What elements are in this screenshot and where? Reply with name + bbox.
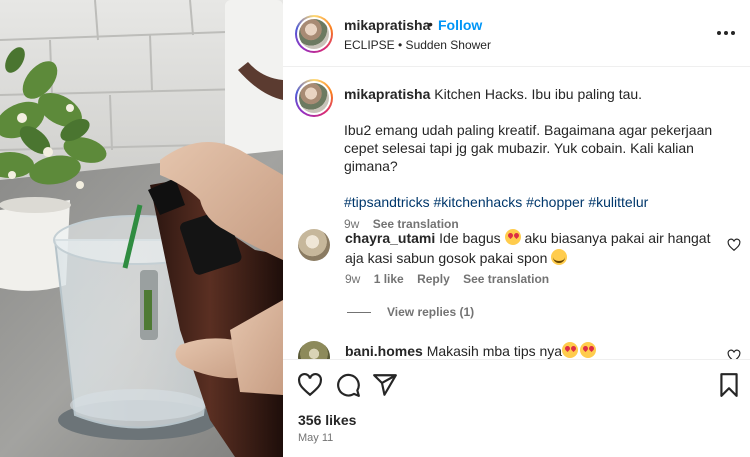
post-image[interactable]: [0, 0, 283, 457]
caption-hashtags[interactable]: #tipsandtricks #kitchenhacks #chopper #k…: [344, 193, 729, 211]
heart-eyes-emoji-icon: [580, 342, 597, 358]
send-icon[interactable]: [372, 372, 398, 398]
replies-divider: [347, 311, 371, 313]
post-actions-bar: 356 likes May 11: [283, 359, 750, 457]
comment-text: bani.homes Makasih mba tips nya: [345, 341, 715, 359]
caption-username[interactable]: mikapratisha: [344, 86, 430, 102]
post-header: mikapratisha • Follow ECLIPSE • Sudden S…: [283, 0, 750, 67]
comments-list[interactable]: mikapratisha Kitchen Hacks. Ibu ibu pali…: [283, 68, 750, 359]
more-options-icon[interactable]: [715, 22, 737, 44]
likes-count[interactable]: 356 likes: [298, 412, 356, 428]
post-date: May 11: [298, 432, 334, 444]
comment-reply-button[interactable]: Reply: [417, 272, 450, 286]
follow-button[interactable]: Follow: [438, 17, 482, 33]
comment-age: 9w: [345, 272, 361, 286]
comment-like-heart-icon[interactable]: [727, 349, 741, 359]
commenter-username[interactable]: chayra_utami: [345, 230, 435, 246]
commenter-avatar[interactable]: [298, 341, 330, 359]
author-username[interactable]: mikapratisha: [344, 17, 430, 33]
caption: mikapratisha Kitchen Hacks. Ibu ibu pali…: [344, 85, 729, 233]
author-avatar[interactable]: [295, 15, 333, 53]
audio-track-link[interactable]: ECLIPSE • Sudden Shower: [344, 38, 491, 52]
comment-icon[interactable]: [335, 372, 361, 398]
blush-emoji-icon: [551, 249, 568, 265]
post-details-panel: mikapratisha • Follow ECLIPSE • Sudden S…: [283, 0, 750, 457]
caption-author-avatar[interactable]: [295, 79, 333, 117]
commenter-avatar[interactable]: [298, 229, 330, 261]
heart-eyes-emoji-icon: [562, 342, 579, 358]
separator-dot: •: [428, 16, 433, 32]
comment-meta: 9w 1 like Reply See translation: [345, 272, 549, 286]
view-replies-button[interactable]: View replies (1): [347, 305, 474, 319]
post-photo-illustration: [0, 0, 283, 457]
comment-like-heart-icon[interactable]: [727, 238, 741, 252]
caption-paragraph: Ibu2 emang udah paling kreatif. Bagaiman…: [344, 122, 713, 174]
comment-likes-count[interactable]: 1 like: [374, 272, 404, 286]
heart-icon[interactable]: [297, 372, 323, 398]
commenter-username[interactable]: bani.homes: [345, 343, 423, 359]
comment-text: chayra_utami Ide bagus aku biasanya paka…: [345, 229, 711, 266]
bookmark-icon[interactable]: [716, 372, 742, 398]
comment-see-translation[interactable]: See translation: [463, 272, 549, 286]
caption-line: Kitchen Hacks. Ibu ibu paling tau.: [434, 86, 643, 102]
heart-eyes-emoji-icon: [504, 229, 521, 245]
